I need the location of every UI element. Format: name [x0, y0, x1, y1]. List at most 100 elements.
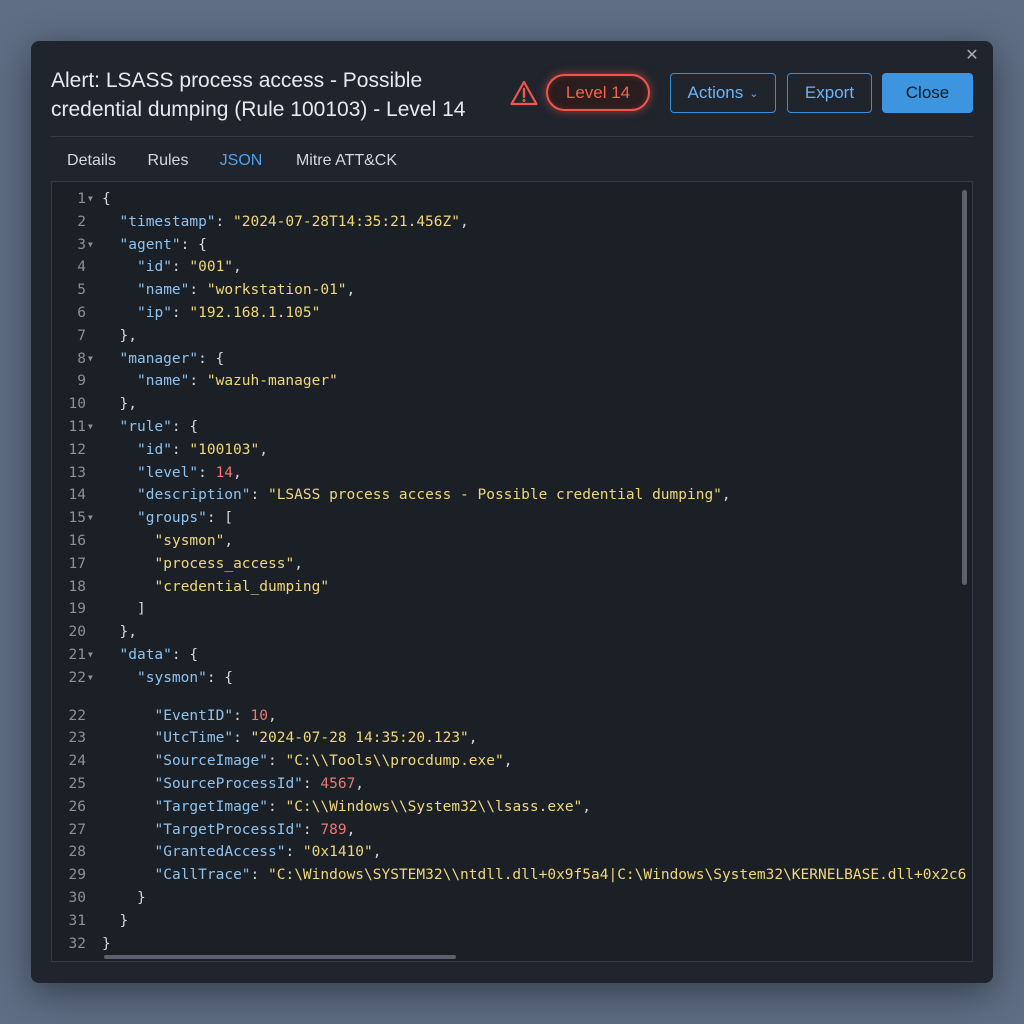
json-punctuation: ,: [346, 282, 356, 299]
code-line: 17 "process_access",: [52, 553, 952, 575]
json-string: "C:\\Windows\\System32\\lsass.exe": [285, 798, 583, 815]
fold-arrow-icon[interactable]: ▼: [88, 348, 98, 370]
header-divider: [51, 136, 973, 137]
json-punctuation: ,: [224, 533, 234, 549]
fold-arrow-icon[interactable]: ▼: [88, 644, 98, 666]
code-line: 6 "ip": "192.168.1.105": [52, 302, 952, 324]
json-string: "2024-07-28 14:35:20.123": [250, 730, 469, 747]
export-button[interactable]: Export: [787, 73, 872, 113]
tab-json[interactable]: JSON: [205, 148, 277, 184]
line-number: 2: [77, 213, 86, 230]
code-text: "sysmon",: [155, 530, 234, 552]
json-key: "GrantedAccess": [154, 844, 286, 861]
line-number: 25: [68, 776, 86, 792]
json-string: "credential_dumping": [154, 578, 330, 595]
json-punctuation: :: [250, 487, 268, 504]
json-key: "level": [137, 464, 199, 481]
code-line: 21 ▼ "data": {: [52, 644, 952, 666]
code-line: 25 "SourceProcessId": 4567,: [52, 773, 952, 795]
json-key: "id": [137, 259, 172, 276]
line-number: 3: [77, 236, 86, 253]
code-text: },: [120, 325, 137, 347]
json-key: "manager": [119, 350, 199, 367]
code-text: "id": "001",: [137, 256, 242, 278]
code-text: "timestamp": "2024-07-28T14:35:21.456Z",: [120, 211, 469, 233]
json-key: "name": [137, 373, 190, 390]
code-text: ]: [137, 598, 146, 620]
json-punctuation: :: [189, 373, 207, 390]
tab-rules[interactable]: Rules: [138, 148, 198, 182]
code-text: }: [102, 933, 111, 955]
json-punctuation: :: [285, 844, 303, 861]
close-button[interactable]: Close: [882, 73, 973, 113]
code-line: 10},: [52, 393, 952, 415]
tab-mitre-attack[interactable]: Mitre ATT&CK: [284, 148, 409, 182]
code-text: "agent": {: [120, 234, 207, 256]
code-line: 13 "level": 14,: [52, 462, 952, 484]
line-number: 7: [77, 327, 86, 344]
json-punctuation: :: [171, 305, 190, 321]
json-punctuation: },: [119, 624, 137, 641]
code-line: 4 "id": "001",: [52, 256, 952, 278]
json-string: "0x1410": [302, 844, 373, 861]
code-line: 15 ▼ "groups": [: [52, 507, 952, 529]
horizontal-scrollbar[interactable]: [104, 955, 456, 959]
json-punctuation: }: [119, 912, 129, 929]
json-punctuation: ,: [503, 753, 513, 770]
line-number: 31: [68, 912, 86, 929]
vertical-scrollbar[interactable]: [962, 190, 967, 585]
code-line: 28 "GrantedAccess": "0x1410",: [52, 841, 952, 863]
code-text: "CallTrace": "C:\Windows\SYSTEM32\\ntdll…: [155, 864, 967, 886]
json-string: "100103": [189, 441, 260, 458]
json-key: "rule": [119, 419, 172, 435]
code-line: 11 ▼ "rule": {: [52, 416, 952, 438]
json-key: "TargetImage": [154, 798, 269, 815]
json-punctuation: : {: [171, 419, 199, 435]
line-number: 26: [68, 798, 86, 815]
close-icon[interactable]: ✕: [963, 47, 981, 65]
tab-details[interactable]: Details: [54, 148, 129, 182]
code-text: "id": "100103",: [137, 439, 268, 461]
json-punctuation: {: [102, 191, 111, 207]
code-line: 7},: [52, 325, 952, 347]
json-punctuation: }: [102, 935, 111, 952]
code-text: {: [102, 188, 111, 210]
code-line: 23 "UtcTime": "2024-07-28 14:35:20.123",: [52, 727, 952, 749]
json-punctuation: ,: [268, 707, 277, 724]
json-punctuation: :: [171, 441, 190, 458]
line-number: 17: [68, 555, 86, 572]
code-text: "SourceImage": "C:\\Tools\\procdump.exe"…: [155, 750, 513, 772]
line-number: 14: [68, 487, 86, 504]
json-punctuation: ]: [137, 601, 146, 618]
fold-arrow-icon[interactable]: ▼: [88, 416, 98, 438]
json-punctuation: :: [171, 259, 190, 276]
json-key: "EventID": [154, 707, 234, 724]
code-line: 26 "TargetImage": "C:\\Windows\\System32\…: [52, 796, 952, 818]
actions-dropdown-button[interactable]: Actions ⌄: [670, 73, 776, 113]
json-key: "sysmon": [137, 669, 207, 686]
code-line: 27 "TargetProcessId": 789,: [52, 819, 952, 841]
json-code-viewer[interactable]: 1 ▼{2 "timestamp": "2024-07-28T14:35:21.45…: [51, 181, 973, 962]
json-string: "wazuh-manager": [206, 373, 338, 390]
fold-arrow-icon[interactable]: ▼: [88, 234, 98, 256]
code-line: 5 "name": "workstation-01",: [52, 279, 952, 301]
code-line: 22 "EventID": 10,: [52, 705, 952, 727]
line-number: 28: [68, 844, 86, 861]
line-number: 6: [77, 305, 86, 321]
line-number: 22: [68, 707, 86, 724]
fold-arrow-icon[interactable]: ▼: [88, 507, 98, 529]
json-punctuation: :: [268, 753, 286, 770]
json-punctuation: ,: [346, 821, 356, 838]
fold-arrow-icon[interactable]: ▼: [88, 667, 98, 689]
json-string: "C:\Windows\SYSTEM32\\ntdll.dll+0x9f5a4|…: [268, 867, 967, 884]
json-punctuation: :: [233, 730, 251, 747]
json-key: "CallTrace": [154, 867, 251, 884]
code-text: "rule": {: [120, 416, 199, 438]
line-number: 16: [68, 533, 86, 549]
json-punctuation: ,: [233, 464, 242, 481]
line-number: 11: [68, 419, 86, 435]
json-string: "2024-07-28T14:35:21.456Z": [233, 213, 460, 230]
code-line: 2 "timestamp": "2024-07-28T14:35:21.456Z"…: [52, 211, 952, 233]
json-number: 14: [215, 464, 234, 481]
fold-arrow-icon[interactable]: ▼: [88, 188, 98, 210]
